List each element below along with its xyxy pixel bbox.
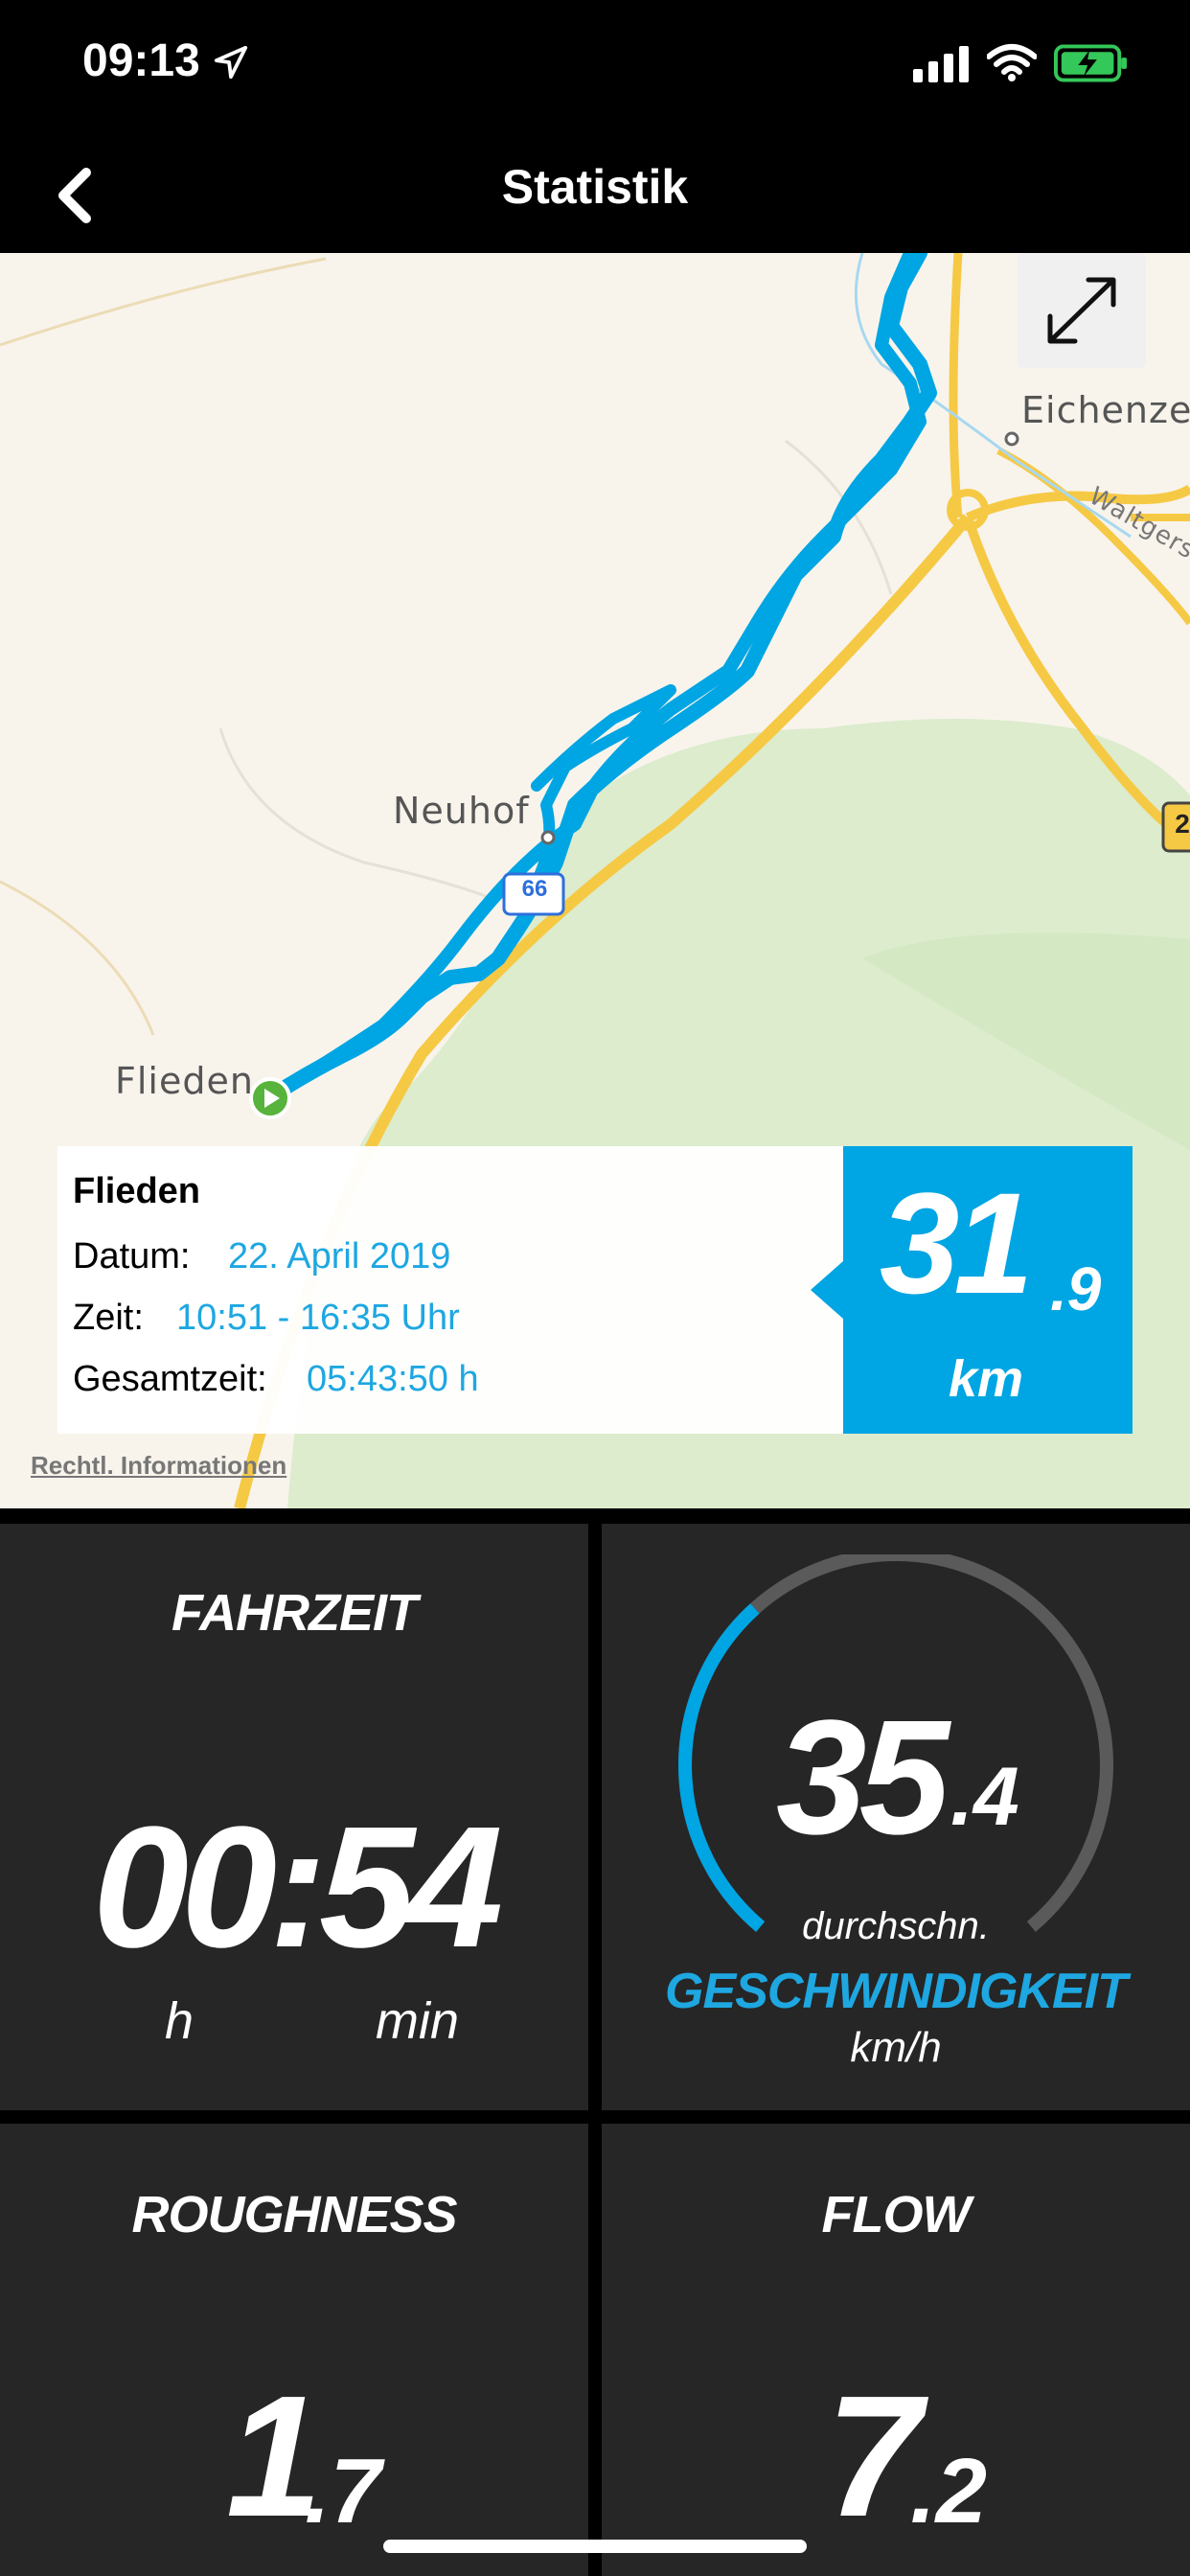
expand-map-button[interactable] [1018, 253, 1146, 368]
road-shield-label-2: 2 [1175, 809, 1190, 839]
distance-box-pointer [811, 1261, 843, 1319]
zeit-value: 10:51 - 16:35 Uhr [176, 1298, 460, 1338]
location-arrow-icon [214, 45, 248, 80]
fahrzeit-title: FAHRZEIT [172, 1584, 418, 1642]
roughness-value-dec: .7 [305, 2440, 382, 2542]
roughness-title: ROUGHNESS [131, 2186, 457, 2243]
speed-unit: km/h [850, 2024, 942, 2071]
fahrzeit-unit-h: h [165, 1992, 195, 2050]
gesamtzeit-value: 05:43:50 h [307, 1359, 479, 1399]
flow-value-dec: .2 [910, 2440, 988, 2542]
datum-label: Datum: [73, 1236, 191, 1276]
page-title: Statistik [501, 160, 689, 214]
status-time: 09:13 [82, 35, 200, 86]
ride-name: Flieden [73, 1171, 201, 1211]
expand-arrows-icon [1047, 277, 1116, 344]
flow-value-int: 7 [826, 2360, 922, 2553]
cellular-signal-icon [913, 46, 969, 82]
zeit-label: Zeit: [73, 1298, 144, 1338]
fahrzeit-value: 00:54 [92, 1791, 503, 1984]
map-label-eichenzell: Eichenze [1021, 389, 1190, 431]
map-label-neuhof: Neuhof [393, 790, 530, 832]
distance-unit: km [949, 1350, 1024, 1408]
battery-charging-icon [1054, 44, 1128, 82]
legal-info-link[interactable]: Rechtl. Informationen [31, 1451, 286, 1481]
speed-gauge-fill [678, 1603, 766, 1932]
speed-value-dec: .4 [950, 1751, 1019, 1843]
distance-value-dec: .9 [1050, 1254, 1102, 1323]
gesamtzeit-label: Gesamtzeit: [73, 1359, 267, 1399]
speed-value-int: 35 [776, 1687, 950, 1869]
distance-value-int: 31 [880, 1162, 1034, 1323]
flow-title: FLOW [821, 2186, 972, 2243]
datum-value: 22. April 2019 [228, 1236, 451, 1276]
map-label-flieden: Flieden [115, 1060, 254, 1102]
road-shield-label: 66 [521, 876, 548, 902]
roughness-value-int: 1 [226, 2360, 322, 2553]
speed-label: durchschn. [802, 1905, 990, 1947]
speed-title: GESCHWINDIGKEIT [665, 1964, 1128, 2019]
home-indicator[interactable] [383, 2540, 807, 2553]
wifi-icon [987, 44, 1037, 81]
fahrzeit-unit-min: min [376, 1992, 460, 2050]
